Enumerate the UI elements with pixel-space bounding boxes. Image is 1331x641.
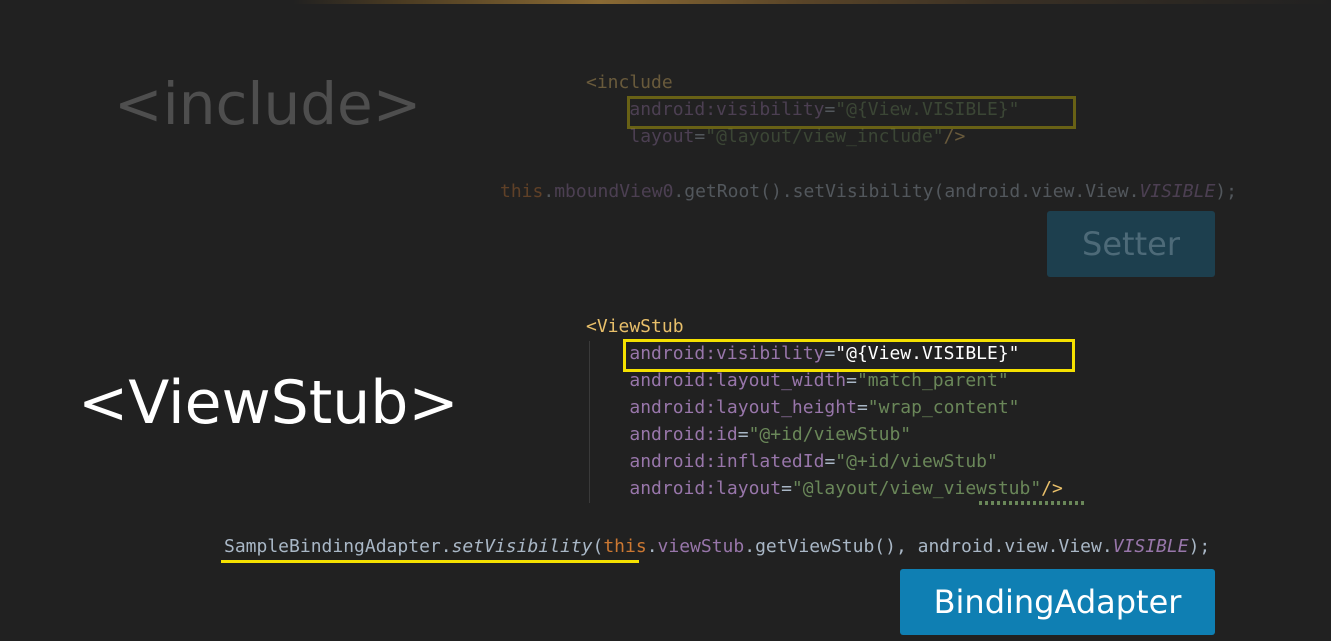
include-this-keyword: this	[500, 181, 544, 202]
include-field: mboundView0	[554, 181, 674, 202]
include-layout-attr: layout	[629, 126, 695, 147]
include-open-tag: <include	[586, 72, 673, 93]
include-call-end: );	[1215, 181, 1237, 202]
viewstub-attr-inflated-id: android:inflatedId	[629, 451, 825, 472]
include-call-rest: .getRoot().setVisibility(android.view.Vi…	[673, 181, 1140, 202]
viewstub-value-layout-height: "wrap_content"	[867, 397, 1020, 418]
adapter-method-name: setVisibility	[451, 536, 593, 557]
include-heading: <include>	[114, 70, 422, 138]
include-close: />	[943, 126, 966, 147]
adapter-generated-call: SampleBindingAdapter.setVisibility(this.…	[224, 536, 1211, 557]
viewstub-value-inflated-id: "@+id/viewStub"	[835, 451, 998, 472]
viewstub-attr-id: android:id	[629, 424, 738, 445]
adapter-constant: VISIBLE	[1112, 536, 1189, 557]
setter-badge: Setter	[1047, 211, 1215, 277]
viewstub-value-layout: "@layout/view_viewstub"	[791, 478, 1042, 499]
viewstub-attr-layout-height: android:layout_height	[629, 397, 857, 418]
viewstub-open-tag: <ViewStub	[586, 316, 684, 337]
viewstub-close: />	[1041, 478, 1063, 499]
viewstub-value-id: "@+id/viewStub"	[748, 424, 912, 445]
adapter-field: viewStub	[657, 536, 745, 557]
include-layout-value: "@layout/view_include"	[705, 126, 944, 147]
spellcheck-squiggle	[979, 501, 1085, 505]
viewstub-attr-layout-width: android:layout_width	[629, 370, 847, 391]
viewstub-attr-layout: android:layout	[629, 478, 782, 499]
viewstub-visibility-highlight	[623, 339, 1075, 372]
adapter-this-keyword: this	[603, 536, 647, 557]
adapter-call-rest: .getViewStub(), android.view.View.	[744, 536, 1113, 557]
viewstub-value-layout-width: "match_parent"	[856, 370, 1009, 391]
include-visibility-highlight	[627, 96, 1076, 129]
binding-adapter-badge: BindingAdapter	[900, 569, 1215, 635]
adapter-call-end: );	[1188, 536, 1211, 557]
viewstub-heading: <ViewStub>	[78, 368, 459, 438]
top-edge-strip	[0, 0, 1331, 4]
include-generated-call: this.mboundView0.getRoot().setVisibility…	[500, 181, 1237, 202]
adapter-method-underline	[221, 560, 639, 563]
include-constant: VISIBLE	[1139, 181, 1216, 202]
adapter-class-name: SampleBindingAdapter	[224, 536, 441, 557]
